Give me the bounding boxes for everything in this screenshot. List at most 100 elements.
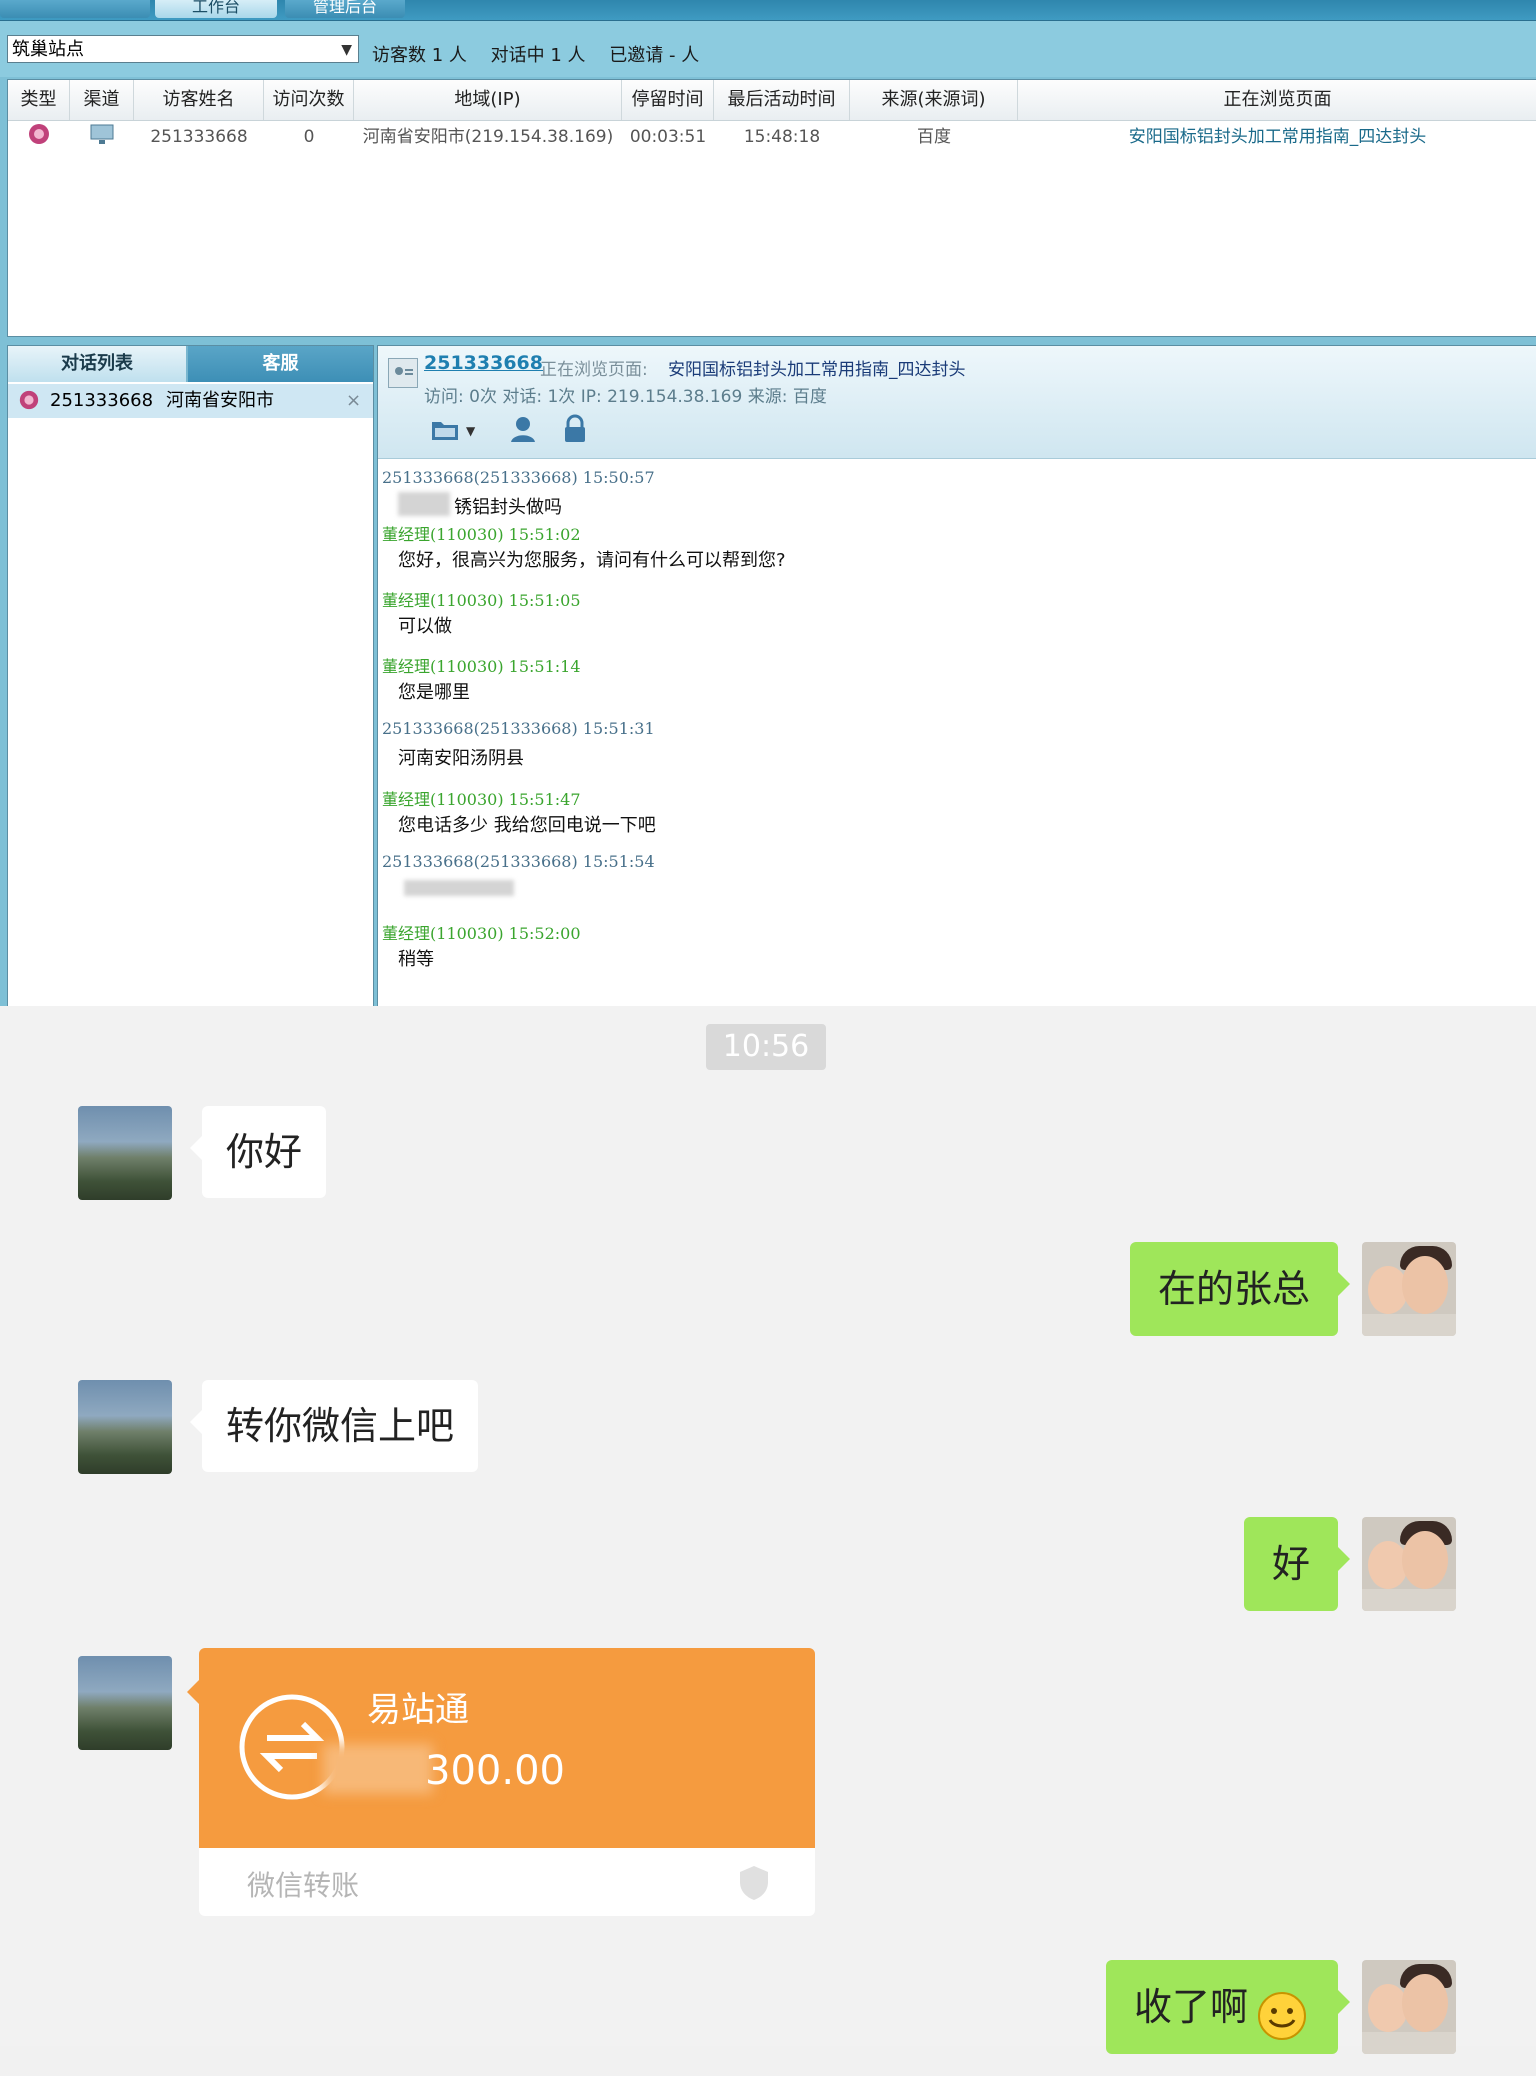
- message-text: 收了啊: [1133, 1985, 1248, 2029]
- col-source[interactable]: 来源(来源词): [850, 80, 1018, 120]
- chat-header: 251333668 正在浏览页面: 安阳国标铝封头加工常用指南_四达封头 访问:…: [378, 346, 1536, 459]
- message-meta: 董经理(110030) 15:51:05: [382, 587, 581, 611]
- browsing-page[interactable]: 安阳国标铝封头加工常用指南_四达封头: [668, 355, 966, 380]
- smile-emoji-icon: [1256, 1982, 1308, 2076]
- tab-conversation-list[interactable]: 对话列表: [8, 346, 186, 382]
- cell-stay: 00:03:51: [629, 127, 707, 147]
- staff-meta: (110030) 15:51:05: [430, 591, 581, 610]
- message-meta: 251333668(251333668) 15:51:54: [382, 852, 655, 871]
- lock-icon[interactable]: [562, 414, 588, 448]
- message-meta: 董经理(110030) 15:51:14: [382, 653, 581, 677]
- stat-visitors: 访客数 1 人: [372, 45, 467, 66]
- tab-admin[interactable]: 管理后台: [285, 0, 405, 18]
- chevron-down-icon[interactable]: ▼: [466, 424, 475, 438]
- col-last-active[interactable]: 最后活动时间: [714, 80, 850, 120]
- chevron-down-icon: ▼: [341, 42, 352, 58]
- transfer-card-top: 易站通 300.00: [187, 1648, 815, 1848]
- avatar-face: [1402, 1974, 1448, 2032]
- message-bubble-right[interactable]: 好: [1243, 1517, 1351, 1611]
- visitor-table-header: 类型 渠道 访客姓名 访问次数 地域(IP) 停留时间 最后活动时间 来源(来源…: [8, 80, 1536, 121]
- col-stay[interactable]: 停留时间: [622, 80, 714, 120]
- avatar[interactable]: [78, 1380, 172, 1474]
- message-text: 稍等: [398, 949, 434, 970]
- transfer-amount: 300.00: [425, 1748, 565, 1794]
- conversation-item[interactable]: 251333668 河南省安阳市 ×: [8, 384, 373, 418]
- toolbar: 筑巢站点 ▼ 访客数 1 人 对话中 1 人 已邀请 - 人: [0, 21, 1536, 77]
- message-bubble-right[interactable]: 收了啊: [1105, 1960, 1351, 2054]
- cell-region: 河南省安阳市(219.154.38.169): [362, 127, 614, 147]
- visitor-type-icon: [18, 389, 40, 423]
- close-icon[interactable]: ×: [346, 384, 361, 418]
- col-page[interactable]: 正在浏览页面: [1018, 80, 1536, 120]
- chat-panel: 251333668 正在浏览页面: 安阳国标铝封头加工常用指南_四达封头 访问:…: [377, 345, 1536, 1006]
- redacted-text: [404, 880, 514, 896]
- transfer-title: 易站通: [367, 1690, 469, 1730]
- time-stamp: 10:56: [706, 1024, 826, 1070]
- message-text: 河南安阳汤阴县: [398, 748, 524, 769]
- site-select[interactable]: 筑巢站点 ▼: [7, 35, 359, 63]
- conversation-tabs: 对话列表 客服: [8, 346, 373, 382]
- message-meta: 251333668(251333668) 15:51:31: [382, 719, 655, 738]
- visitor-table: 类型 渠道 访客姓名 访问次数 地域(IP) 停留时间 最后活动时间 来源(来源…: [7, 79, 1536, 337]
- browsing-label: 正在浏览页面:: [540, 360, 648, 380]
- message-meta: 董经理(110030) 15:51:47: [382, 786, 581, 810]
- col-region[interactable]: 地域(IP): [354, 80, 622, 120]
- staff-name: 董经理: [382, 657, 431, 676]
- avatar-shirt: [1362, 1589, 1456, 1611]
- visit-info: 访问: 0次 对话: 1次 IP: 219.154.38.169 来源: 百度: [424, 387, 827, 407]
- col-visits[interactable]: 访问次数: [264, 80, 354, 120]
- cell-page-link[interactable]: 安阳国标铝封头加工常用指南_四达封头: [1018, 122, 1536, 152]
- stat-invited: 已邀请 - 人: [609, 45, 700, 66]
- staff-meta: (110030) 15:51:14: [430, 657, 581, 676]
- avatar[interactable]: [1362, 1517, 1456, 1611]
- customer-service-app: 工作台 管理后台 筑巢站点 ▼ 访客数 1 人 对话中 1 人 已邀请 - 人 …: [0, 0, 1536, 1006]
- message-meta: 董经理(110030) 15:52:00: [382, 920, 581, 944]
- avatar-shirt: [1362, 2032, 1456, 2054]
- col-channel[interactable]: 渠道: [70, 80, 134, 120]
- staff-name: 董经理: [382, 591, 431, 610]
- top-tab-bar: 工作台 管理后台: [0, 0, 1536, 21]
- stat-chatting: 对话中 1 人: [490, 45, 586, 66]
- conversation-location: 河南省安阳市: [166, 390, 274, 411]
- message-text: 您是哪里: [398, 682, 470, 703]
- cell-last-active: 15:48:18: [743, 127, 821, 147]
- shield-icon: [733, 1862, 775, 1908]
- avatar[interactable]: [78, 1656, 172, 1750]
- folder-icon[interactable]: [430, 416, 460, 446]
- visitor-stats: 访客数 1 人 对话中 1 人 已邀请 - 人: [372, 41, 717, 67]
- redacted-amount: [323, 1744, 433, 1794]
- message-meta: 251333668(251333668) 15:50:57: [382, 468, 655, 487]
- contact-card-icon: [388, 358, 418, 388]
- message-bubble-left[interactable]: 你好: [189, 1106, 327, 1198]
- user-icon[interactable]: [508, 414, 538, 448]
- conversation-list-panel: 对话列表 客服 251333668 河南省安阳市 ×: [7, 345, 374, 1006]
- avatar-face: [1402, 1531, 1448, 1589]
- message-meta: 董经理(110030) 15:51:02: [382, 521, 581, 545]
- chat-visitor-link[interactable]: 251333668: [424, 352, 543, 374]
- message-bubble-left[interactable]: 转你微信上吧: [189, 1380, 479, 1472]
- avatar[interactable]: [1362, 1242, 1456, 1336]
- col-type[interactable]: 类型: [8, 80, 70, 120]
- conversation-visitor-id: 251333668: [50, 390, 154, 411]
- transfer-card-bottom: 微信转账: [199, 1848, 815, 1916]
- transfer-card[interactable]: 易站通 300.00 微信转账: [187, 1648, 815, 1916]
- monitor-icon: [84, 122, 120, 152]
- cell-visitor-name: 251333668: [150, 127, 248, 147]
- message-text: 您好，很高兴为您服务，请问有什么可以帮到您?: [398, 550, 786, 571]
- staff-meta: (110030) 15:52:00: [430, 924, 581, 943]
- staff-meta: (110030) 15:51:47: [430, 790, 581, 809]
- avatar[interactable]: [78, 1106, 172, 1200]
- avatar-face: [1402, 1256, 1448, 1314]
- cell-visits: 0: [303, 127, 315, 147]
- avatar[interactable]: [1362, 1960, 1456, 2054]
- message-bubble-right[interactable]: 在的张总: [1129, 1242, 1351, 1336]
- chat-messages: 251333668(251333668) 15:50:57 锈铝封头做吗 董经理…: [378, 460, 1536, 1005]
- tab-left[interactable]: [0, 0, 150, 18]
- message-text: 您电话多少 我给您回电说一下吧: [398, 815, 656, 836]
- avatar-shirt: [1362, 1314, 1456, 1336]
- col-visitor-name[interactable]: 访客姓名: [134, 80, 264, 120]
- tab-staff[interactable]: 客服: [188, 346, 373, 382]
- cell-source: 百度: [917, 127, 951, 147]
- tab-workbench[interactable]: 工作台: [155, 0, 277, 18]
- visitor-type-icon: [24, 122, 54, 152]
